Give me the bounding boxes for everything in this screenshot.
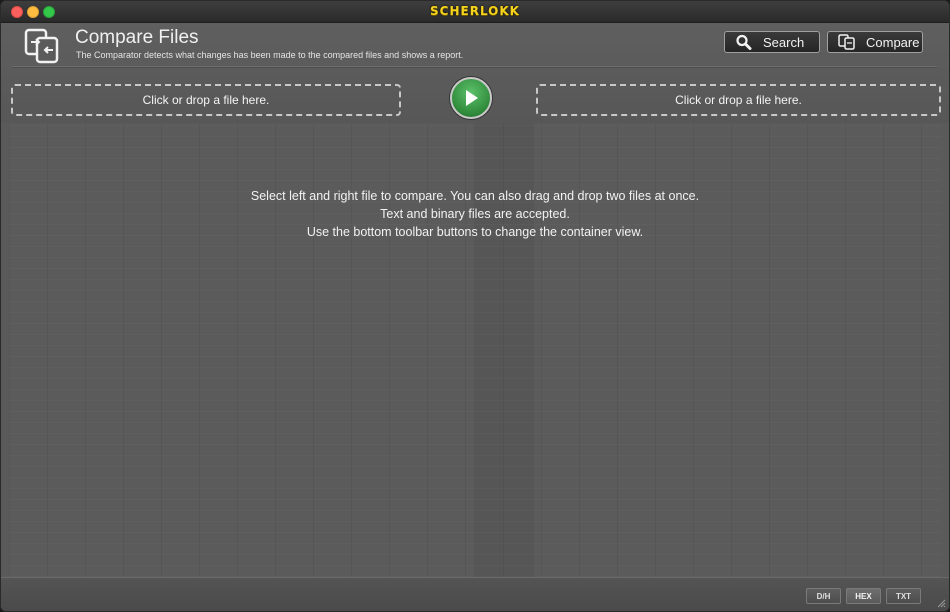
right-file-dropzone[interactable]: Click or drop a file here.: [536, 84, 941, 116]
compare-icon: [838, 34, 855, 50]
page-title: Compare Files: [75, 27, 199, 48]
instruction-line: Use the bottom toolbar buttons to change…: [306, 225, 644, 239]
left-file-dropzone[interactable]: Click or drop a file here.: [11, 84, 401, 116]
view-hex-button[interactable]: HEX: [846, 588, 881, 604]
app-title: SCHERLOKK: [430, 4, 520, 18]
instruction-line: Text and binary files are accepted.: [380, 207, 570, 221]
instruction-line: Select left and right file to compare. Y…: [250, 189, 700, 203]
comparison-view: Select left and right file to compare. Y…: [9, 123, 941, 577]
instructions: Select left and right file to compare. Y…: [9, 187, 941, 241]
view-txt-button[interactable]: TXT: [886, 588, 921, 604]
compare-button-label: Compare: [866, 34, 920, 50]
resize-grip-icon[interactable]: [936, 598, 946, 608]
bottom-toolbar: D/H HEX TXT: [1, 577, 949, 611]
view-dh-button[interactable]: D/H: [806, 588, 841, 604]
play-icon: [466, 90, 478, 106]
search-button-label: Search: [763, 34, 805, 50]
run-compare-button[interactable]: [450, 77, 492, 119]
header: Compare Files The Comparator detects wha…: [1, 23, 949, 123]
compare-files-icon: [24, 28, 59, 64]
search-icon: [736, 34, 752, 50]
header-divider: [13, 66, 937, 67]
search-button[interactable]: Search: [724, 31, 820, 53]
page-subtitle: The Comparator detects what changes has …: [76, 50, 464, 60]
compare-button[interactable]: Compare: [827, 31, 923, 53]
title-bar: SCHERLOKK: [1, 1, 949, 23]
app-window: SCHERLOKK Compare Files The Comparator d…: [0, 0, 950, 612]
